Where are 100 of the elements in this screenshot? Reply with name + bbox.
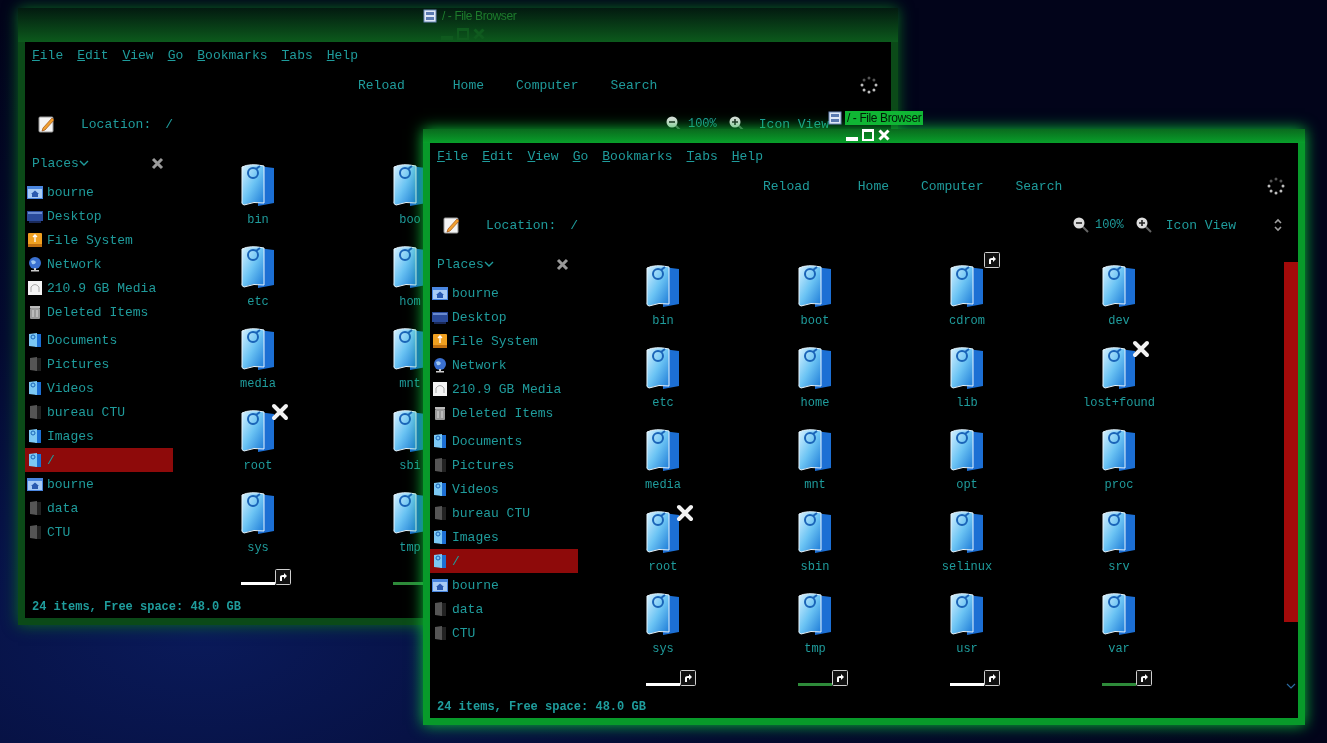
menu-item[interactable]: Help: [326, 47, 358, 63]
file-name[interactable]: sbi: [399, 459, 421, 473]
file-name[interactable]: bin: [247, 213, 269, 227]
places-item[interactable]: Deleted Items: [25, 300, 173, 324]
up-down-chevron-icon[interactable]: [1273, 218, 1283, 232]
toolbar-button[interactable]: Reload: [763, 178, 810, 194]
zoom-out-icon[interactable]: [1072, 217, 1089, 233]
file-name[interactable]: media: [240, 377, 276, 391]
file-name[interactable]: lost+found: [1083, 396, 1155, 410]
menu-item[interactable]: Bookmarks: [602, 148, 673, 164]
file-name[interactable]: home: [800, 396, 830, 410]
file-name[interactable]: var: [1108, 642, 1130, 656]
places-item[interactable]: bourne: [430, 573, 578, 597]
file-name[interactable]: hom: [399, 295, 421, 309]
file-name[interactable]: usr: [956, 642, 978, 656]
location-path[interactable]: /: [570, 217, 579, 233]
file-name[interactable]: mnt: [804, 478, 826, 492]
places-item[interactable]: File System: [430, 329, 578, 353]
places-item[interactable]: data: [25, 496, 173, 520]
chevron-down-icon[interactable]: [483, 260, 494, 268]
toolbar-button[interactable]: Reload: [358, 77, 405, 93]
places-item[interactable]: Pictures: [430, 453, 578, 477]
toolbar-button[interactable]: Home: [452, 77, 485, 93]
file-name[interactable]: opt: [956, 478, 978, 492]
cabinet-icon: [423, 9, 437, 23]
file-name[interactable]: etc: [247, 295, 269, 309]
places-item[interactable]: CTU: [430, 621, 578, 645]
menu-item[interactable]: Help: [731, 148, 763, 164]
menu-item[interactable]: Edit: [482, 148, 514, 164]
places-item[interactable]: Documents: [430, 429, 578, 453]
file-name[interactable]: lib: [956, 396, 978, 410]
places-item[interactable]: File System: [25, 228, 173, 252]
view-selector[interactable]: Icon View: [758, 116, 829, 132]
chevron-down-icon[interactable]: [78, 159, 89, 167]
scrollbar-thumb[interactable]: [1284, 262, 1298, 622]
zoom-in-icon[interactable]: [1135, 217, 1152, 233]
places-item[interactable]: bourne: [430, 281, 578, 305]
menu-item[interactable]: Bookmarks: [197, 47, 268, 63]
places-item[interactable]: data: [430, 597, 578, 621]
toolbar-button[interactable]: Computer: [921, 178, 984, 194]
places-item[interactable]: Network: [25, 252, 173, 276]
places-item[interactable]: Network: [430, 353, 578, 377]
edit-icon[interactable]: [443, 216, 461, 234]
places-item[interactable]: bourne: [25, 472, 173, 496]
file-name[interactable]: mnt: [399, 377, 421, 391]
places-item[interactable]: Images: [430, 525, 578, 549]
places-item[interactable]: Documents: [25, 328, 173, 352]
file-name[interactable]: boot: [800, 314, 830, 328]
file-name[interactable]: boo: [399, 213, 421, 227]
file-name[interactable]: bin: [652, 314, 674, 328]
menu-item[interactable]: Tabs: [686, 148, 718, 164]
close-icon[interactable]: [556, 257, 569, 271]
places-item[interactable]: Images: [25, 424, 173, 448]
menu-item[interactable]: File: [437, 148, 469, 164]
file-name[interactable]: sys: [652, 642, 674, 656]
places-item[interactable]: 210.9 GB Media: [430, 377, 578, 401]
close-icon[interactable]: [151, 156, 164, 170]
edit-icon[interactable]: [38, 115, 56, 133]
places-title[interactable]: Places: [32, 155, 79, 171]
file-name[interactable]: media: [645, 478, 681, 492]
places-item[interactable]: bureau CTU: [430, 501, 578, 525]
file-name[interactable]: dev: [1108, 314, 1130, 328]
file-name[interactable]: sys: [247, 541, 269, 555]
menu-item[interactable]: View: [527, 148, 559, 164]
file-name[interactable]: proc: [1104, 478, 1134, 492]
places-item[interactable]: Pictures: [25, 352, 173, 376]
menu-item[interactable]: Go: [167, 47, 184, 63]
file-name[interactable]: sbin: [800, 560, 830, 574]
chevron-down-icon[interactable]: [1286, 683, 1296, 690]
location-path[interactable]: /: [165, 116, 174, 132]
menu-item[interactable]: View: [122, 47, 154, 63]
places-item[interactable]: CTU: [25, 520, 173, 544]
file-name[interactable]: etc: [652, 396, 674, 410]
folder-icon: [949, 346, 985, 390]
places-item[interactable]: Videos: [25, 376, 173, 400]
file-name[interactable]: tmp: [399, 541, 421, 555]
places-item[interactable]: Videos: [430, 477, 578, 501]
toolbar-button[interactable]: Home: [857, 178, 890, 194]
places-item[interactable]: bourne: [25, 180, 173, 204]
toolbar-button[interactable]: Search: [610, 77, 658, 93]
places-item[interactable]: Desktop: [430, 305, 578, 329]
toolbar-button[interactable]: Search: [1015, 178, 1063, 194]
places-item[interactable]: Desktop: [25, 204, 173, 228]
folder-icon: [432, 481, 448, 497]
file-name[interactable]: root: [243, 459, 273, 473]
file-name[interactable]: selinux: [941, 560, 993, 574]
places-item[interactable]: 210.9 GB Media: [25, 276, 173, 300]
menu-item[interactable]: Tabs: [281, 47, 313, 63]
toolbar-button[interactable]: Computer: [516, 77, 579, 93]
places-title[interactable]: Places: [437, 256, 484, 272]
menu-item[interactable]: Edit: [77, 47, 109, 63]
menu-item[interactable]: Go: [572, 148, 589, 164]
file-name[interactable]: cdrom: [949, 314, 985, 328]
view-selector[interactable]: Icon View: [1165, 217, 1236, 233]
places-item[interactable]: Deleted Items: [430, 401, 578, 425]
file-name[interactable]: root: [648, 560, 678, 574]
file-name[interactable]: srv: [1108, 560, 1130, 574]
file-name[interactable]: tmp: [804, 642, 826, 656]
places-item[interactable]: bureau CTU: [25, 400, 173, 424]
menu-item[interactable]: File: [32, 47, 64, 63]
